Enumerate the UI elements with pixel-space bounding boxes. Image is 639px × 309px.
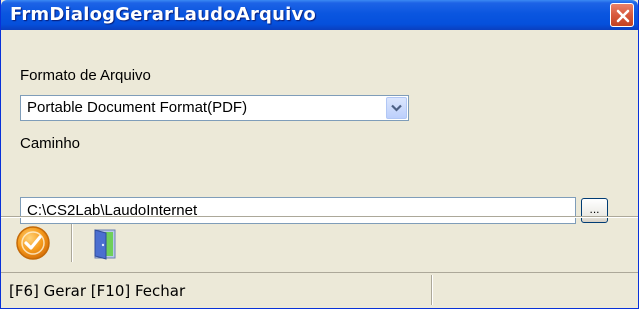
toolbar [1, 218, 638, 268]
checkmark-circle-icon [16, 226, 50, 260]
title-bar[interactable]: FrmDialogGerarLaudoArquivo [1, 0, 638, 30]
chevron-down-icon [391, 104, 402, 112]
close-button[interactable] [610, 3, 634, 27]
exit-door-icon [94, 229, 116, 260]
format-select[interactable]: Portable Document Format(PDF) [20, 95, 409, 121]
generate-button[interactable] [14, 224, 52, 262]
close-dialog-button[interactable] [87, 224, 125, 262]
format-dropdown-button[interactable] [386, 97, 407, 119]
dialog-window: FrmDialogGerarLaudoArquivo Formato de Ar… [0, 0, 639, 309]
format-selected-value: Portable Document Format(PDF) [27, 99, 248, 116]
format-label: Formato de Arquivo [20, 67, 151, 84]
toolbar-divider [71, 224, 73, 262]
status-bar: [F6] Gerar [F10] Fechar [1, 272, 638, 308]
window-title: FrmDialogGerarLaudoArquivo [10, 4, 316, 25]
form-area: Formato de Arquivo Portable Document For… [11, 30, 638, 224]
close-icon [616, 9, 630, 23]
status-text: [F6] Gerar [F10] Fechar [9, 282, 186, 300]
status-pane-divider [431, 275, 433, 305]
path-label: Caminho [20, 135, 81, 152]
